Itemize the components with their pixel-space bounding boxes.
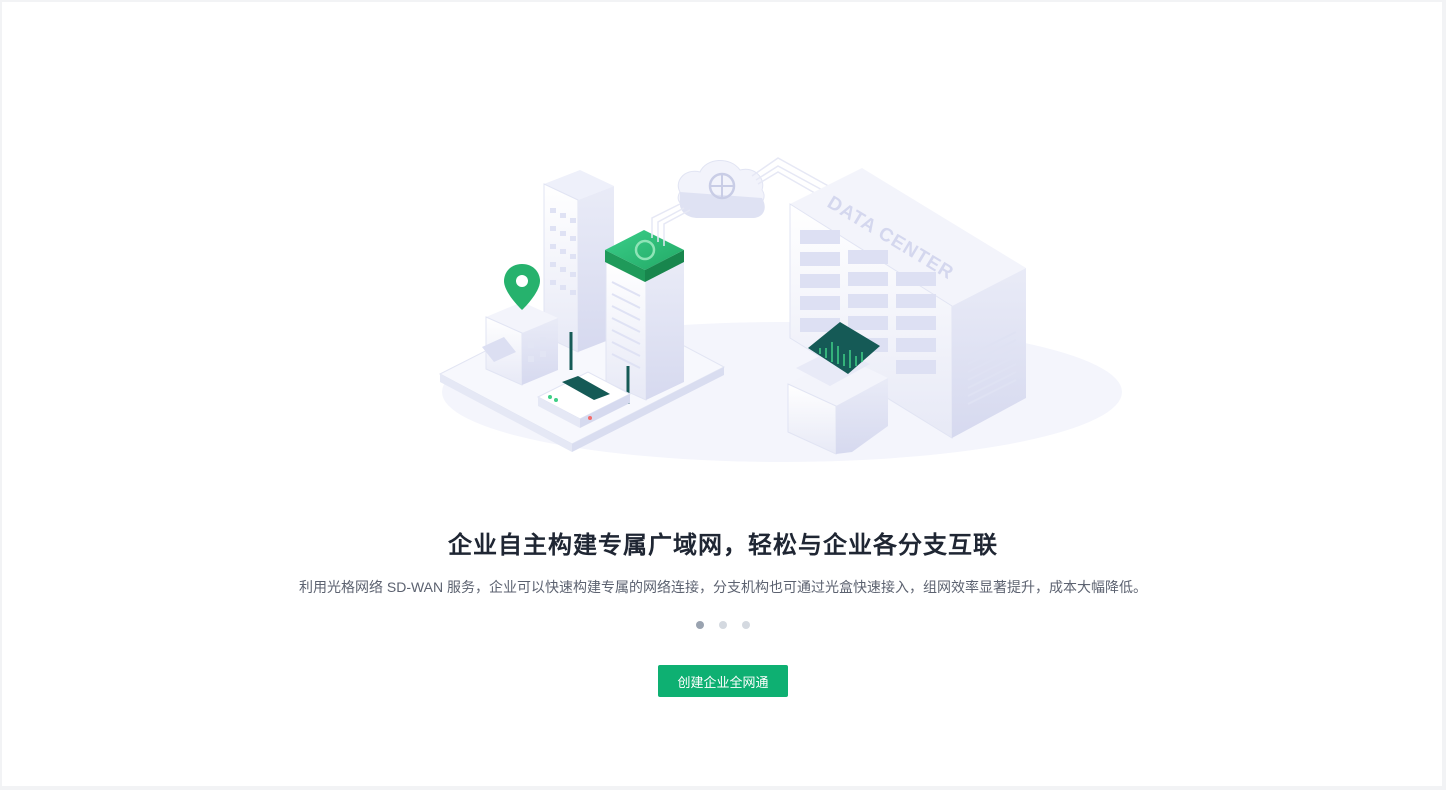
hero-title: 企业自主构建专属广域网，轻松与企业各分支互联 (448, 532, 998, 559)
create-enterprise-network-button[interactable]: 创建企业全网通 (658, 665, 788, 697)
page-container: DATA CENTER 企业自主构建专属广域网，轻松与企业各分支互联 利用光格网 (2, 2, 1442, 786)
carousel-indicators (0, 621, 1446, 629)
carousel-dot-1[interactable] (696, 621, 704, 629)
carousel-dot-2[interactable] (719, 621, 727, 629)
location-pin-icon (504, 264, 540, 310)
hero-illustration: DATA CENTER (438, 157, 1122, 462)
hero-description: 利用光格网络 SD-WAN 服务，企业可以快速构建专属的网络连接，分支机构也可通… (298, 579, 1148, 595)
cloud-globe-icon (677, 160, 765, 218)
small-building (482, 302, 558, 386)
carousel-dot-3[interactable] (742, 621, 750, 629)
